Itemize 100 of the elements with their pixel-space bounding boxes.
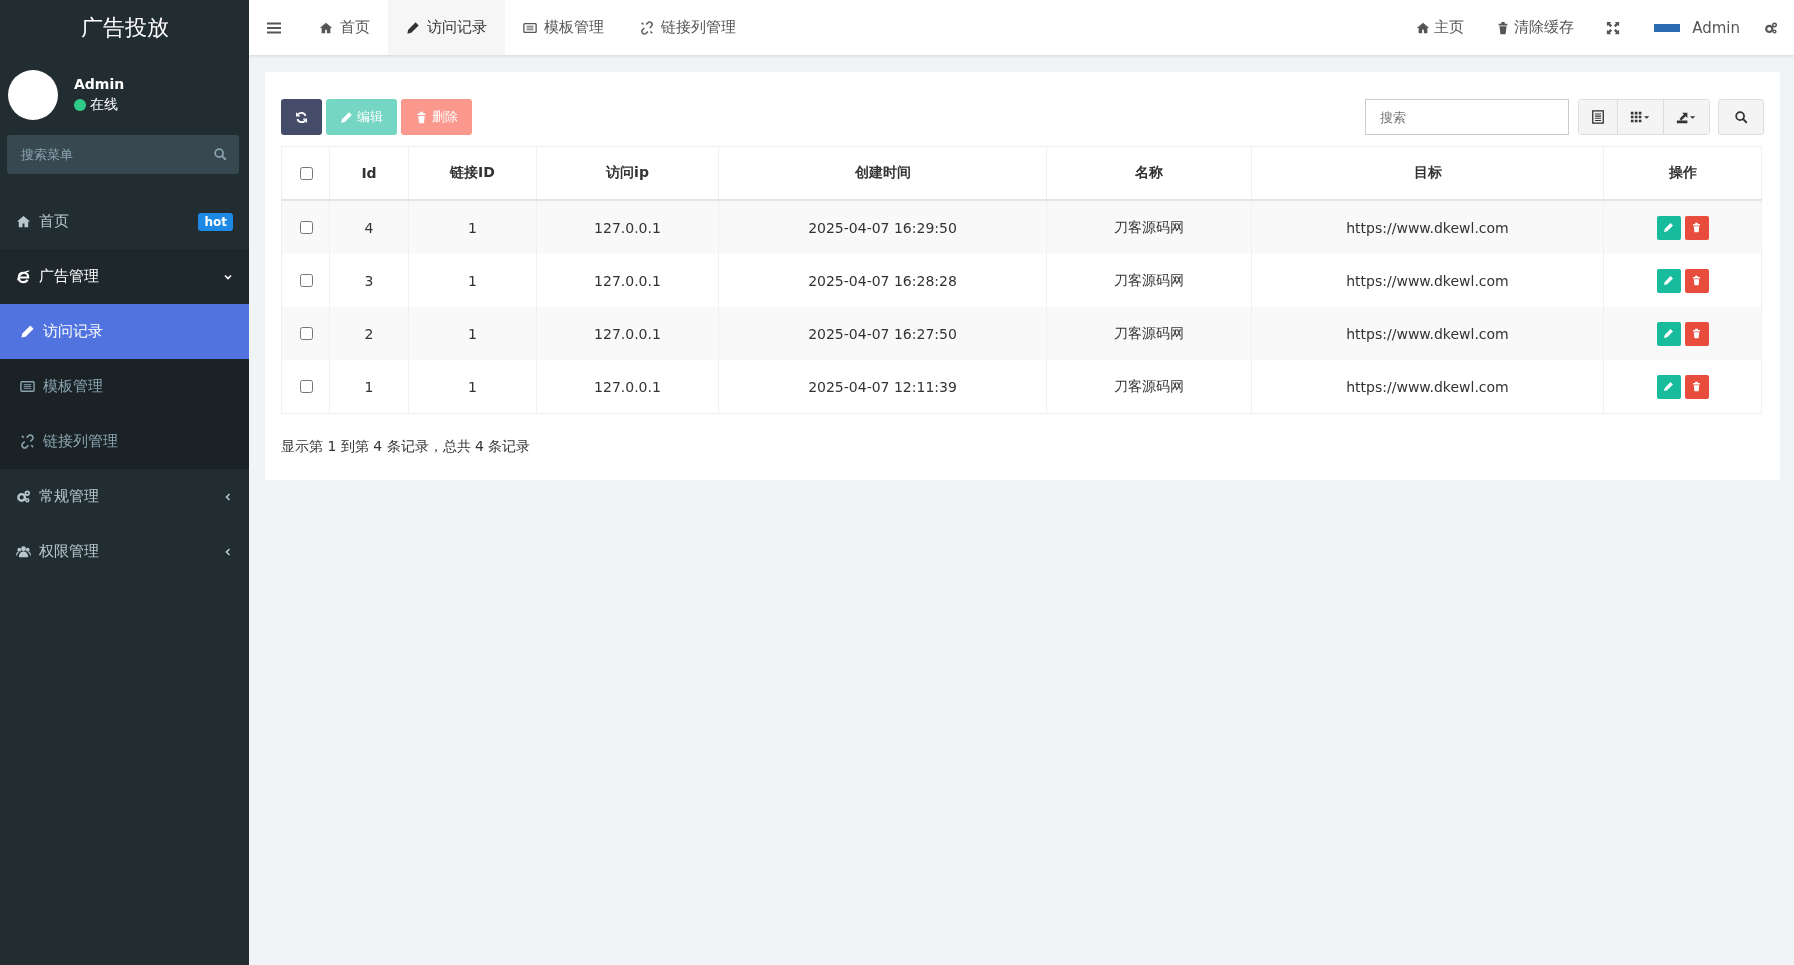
column-header: Id xyxy=(361,165,377,181)
gears-icon xyxy=(16,489,31,504)
trash-icon xyxy=(1691,381,1702,392)
menu-item[interactable]: 权限管理 xyxy=(0,524,249,579)
status-text: 在线 xyxy=(90,96,118,114)
table-cell: 2025-04-07 16:28:28 xyxy=(808,272,957,289)
pencil-icon xyxy=(1663,381,1674,392)
menu-item[interactable]: 广告管理 xyxy=(0,249,249,304)
edit-button[interactable] xyxy=(1656,215,1681,240)
row-checkbox[interactable] xyxy=(299,221,313,234)
pencil-icon xyxy=(1663,328,1674,339)
hot-badge: hot xyxy=(198,212,233,231)
delete-button[interactable] xyxy=(1684,374,1709,399)
table-cell: 2025-04-07 16:29:50 xyxy=(808,219,957,236)
row-checkbox[interactable] xyxy=(299,274,313,287)
edit-button[interactable] xyxy=(1656,321,1681,346)
column-header: 链接ID xyxy=(450,164,495,180)
link-icon xyxy=(640,20,654,35)
link-icon xyxy=(20,434,35,449)
pencil-icon xyxy=(1663,222,1674,233)
trash-icon xyxy=(1691,275,1702,286)
refresh-icon xyxy=(295,110,308,124)
table-cell: 127.0.0.1 xyxy=(594,325,661,342)
search-icon xyxy=(213,147,227,161)
pencil-icon xyxy=(340,110,353,124)
columns-button[interactable] xyxy=(1617,100,1663,134)
delete-button[interactable] xyxy=(1684,215,1709,240)
edit-button[interactable] xyxy=(1656,268,1681,293)
export-button[interactable] xyxy=(1663,100,1709,134)
edit-button[interactable] xyxy=(1656,374,1681,399)
menu-icon[interactable] xyxy=(267,20,281,35)
home-icon xyxy=(16,214,31,229)
trash-icon xyxy=(1691,222,1702,233)
avatar xyxy=(8,70,58,120)
table-cell: https://www.dkewl.com xyxy=(1346,378,1509,395)
column-header: 名称 xyxy=(1135,164,1163,180)
pencil-icon xyxy=(1663,275,1674,286)
menu-item[interactable]: 常规管理 xyxy=(0,469,249,524)
users-icon xyxy=(16,544,31,559)
home-icon xyxy=(319,20,333,35)
table-cell: 2025-04-07 12:11:39 xyxy=(808,378,957,395)
table-cell: 4 xyxy=(364,219,374,236)
submenu-item[interactable]: 链接列管理 xyxy=(0,414,249,469)
submenu-item[interactable]: 模板管理 xyxy=(0,359,249,414)
user-menu[interactable]: Admin xyxy=(1638,18,1756,37)
list-icon xyxy=(523,20,537,35)
row-checkbox[interactable] xyxy=(299,380,313,393)
submenu-item[interactable]: 访问记录 xyxy=(0,304,249,359)
delete-button[interactable] xyxy=(1684,321,1709,346)
table-cell: https://www.dkewl.com xyxy=(1346,219,1509,236)
toggle-view-button[interactable] xyxy=(1579,100,1617,134)
column-header: 创建时间 xyxy=(854,164,911,180)
table-cell: 1 xyxy=(468,378,477,395)
app-title: 广告投放 xyxy=(79,13,170,42)
nav-link[interactable]: 清除缓存 xyxy=(1480,18,1591,37)
trash-icon xyxy=(1691,328,1702,339)
pagination-summary: 显示第 1 到第 4 条记录，总共 4 条记录 xyxy=(281,438,532,456)
table-cell: 刀客源码网 xyxy=(1114,271,1184,288)
search-field[interactable]: 搜索 xyxy=(1365,99,1569,135)
trash-icon xyxy=(415,110,428,124)
table-cell: 127.0.0.1 xyxy=(594,378,661,395)
list-icon xyxy=(20,379,35,394)
menu-item[interactable]: 首页 hot xyxy=(0,194,249,249)
fullscreen-icon[interactable] xyxy=(1606,20,1621,35)
settings-icon[interactable] xyxy=(1764,20,1778,35)
chevron-left-icon xyxy=(223,546,233,557)
menu-search-field[interactable]: 搜索菜单 xyxy=(7,135,239,174)
search-button[interactable] xyxy=(1718,99,1764,135)
column-header: 目标 xyxy=(1413,164,1442,180)
select-all-checkbox[interactable] xyxy=(299,166,313,180)
delete-button[interactable] xyxy=(1684,268,1709,293)
table-cell: 1 xyxy=(468,272,477,289)
nav-tab[interactable]: 链接列管理 xyxy=(622,0,754,55)
pencil-icon xyxy=(20,324,35,339)
table-cell: 127.0.0.1 xyxy=(594,219,661,236)
nav-link[interactable]: 主页 xyxy=(1400,18,1481,37)
table-cell: 1 xyxy=(468,219,477,236)
table-cell: 刀客源码网 xyxy=(1114,377,1184,394)
pencil-icon xyxy=(406,20,420,35)
table-cell: 刀客源码网 xyxy=(1114,324,1184,341)
export-icon xyxy=(1676,110,1697,124)
home-icon xyxy=(1416,20,1431,35)
nav-tab[interactable]: 首页 xyxy=(301,0,388,55)
table-cell: https://www.dkewl.com xyxy=(1346,272,1509,289)
table-cell: https://www.dkewl.com xyxy=(1346,325,1509,342)
search-icon xyxy=(1734,110,1748,124)
row-checkbox[interactable] xyxy=(299,327,313,340)
nav-tab[interactable]: 访问记录 xyxy=(388,0,505,55)
table-cell: 127.0.0.1 xyxy=(594,272,661,289)
user-name: Admin xyxy=(74,76,125,92)
table-cell: 3 xyxy=(364,272,374,289)
chevron-left-icon xyxy=(223,491,233,502)
table-cell: 2 xyxy=(364,325,374,342)
table-cell: 2025-04-07 16:27:50 xyxy=(808,325,957,342)
list-icon xyxy=(1591,110,1605,124)
table-cell: 刀客源码网 xyxy=(1114,218,1184,235)
nav-tab[interactable]: 模板管理 xyxy=(505,0,622,55)
refresh-button[interactable] xyxy=(281,99,322,135)
grid-icon xyxy=(1630,110,1651,124)
column-header: 访问ip xyxy=(606,164,649,180)
